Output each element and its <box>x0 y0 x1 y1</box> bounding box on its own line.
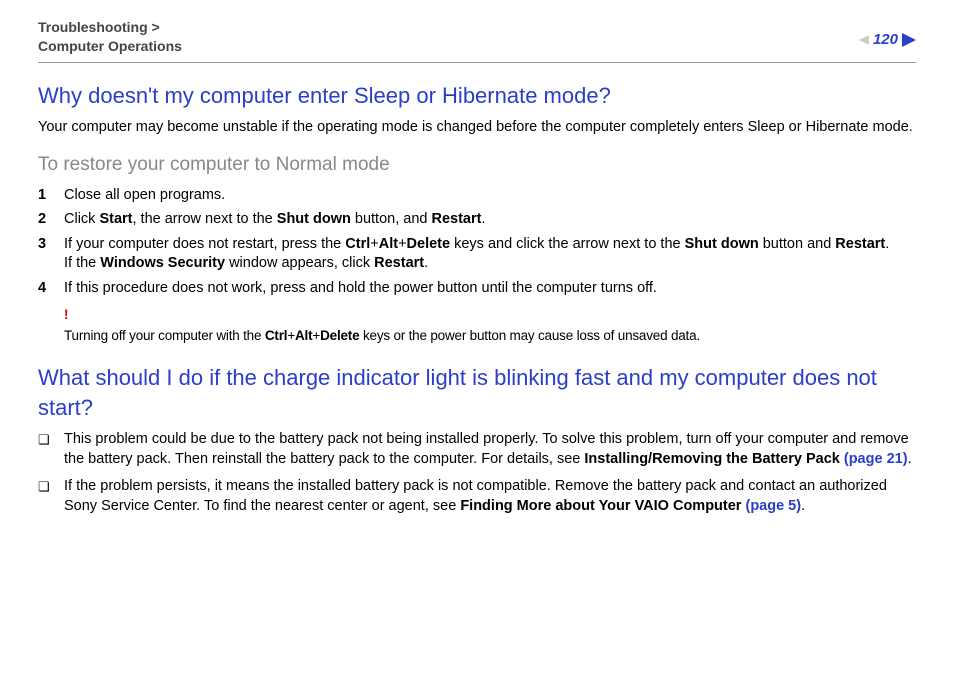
steps-list: 1 Close all open programs. 2 Click Start… <box>38 186 916 299</box>
warning-note: ! Turning off your computer with the Ctr… <box>64 306 916 344</box>
warning-icon: ! <box>64 306 916 324</box>
step-2: 2 Click Start, the arrow next to the Shu… <box>38 210 916 230</box>
page-number: 120 <box>873 30 898 50</box>
breadcrumb-line2: Computer Operations <box>38 38 182 54</box>
step-text: If your computer does not restart, press… <box>64 235 889 274</box>
step-1: 1 Close all open programs. <box>38 186 916 206</box>
step-number: 1 <box>38 186 64 206</box>
step-text: Close all open programs. <box>64 186 225 206</box>
prev-page-arrow-icon[interactable] <box>859 35 869 45</box>
step-text: If this procedure does not work, press a… <box>64 279 657 299</box>
step-text: Click Start, the arrow next to the Shut … <box>64 210 486 230</box>
step-number: 4 <box>38 279 64 299</box>
list-item: ❏ This problem could be due to the batte… <box>38 430 916 469</box>
step-number: 2 <box>38 210 64 230</box>
list-text: This problem could be due to the battery… <box>64 430 916 469</box>
page-21-link[interactable]: (page 21) <box>844 451 908 467</box>
section1-intro: Your computer may become unstable if the… <box>38 118 916 138</box>
breadcrumb: Troubleshooting > Computer Operations <box>38 18 182 56</box>
step-number: 3 <box>38 235 64 274</box>
page-5-link[interactable]: (page 5) <box>745 498 801 514</box>
box-bullet-icon: ❏ <box>38 477 64 516</box>
step-4: 4 If this procedure does not work, press… <box>38 279 916 299</box>
breadcrumb-line1: Troubleshooting > <box>38 19 160 35</box>
bullet-list: ❏ This problem could be due to the batte… <box>38 430 916 516</box>
section2-title: What should I do if the charge indicator… <box>38 363 916 422</box>
list-text: If the problem persists, it means the in… <box>64 477 916 516</box>
section1-title: Why doesn't my computer enter Sleep or H… <box>38 81 916 111</box>
step-3: 3 If your computer does not restart, pre… <box>38 235 916 274</box>
page-header: Troubleshooting > Computer Operations 12… <box>38 18 916 63</box>
next-page-arrow-icon[interactable] <box>902 33 916 47</box>
pager: 120 <box>859 30 916 50</box>
box-bullet-icon: ❏ <box>38 430 64 469</box>
section1-subhead: To restore your computer to Normal mode <box>38 152 916 178</box>
list-item: ❏ If the problem persists, it means the … <box>38 477 916 516</box>
warning-text: Turning off your computer with the Ctrl+… <box>64 328 700 343</box>
